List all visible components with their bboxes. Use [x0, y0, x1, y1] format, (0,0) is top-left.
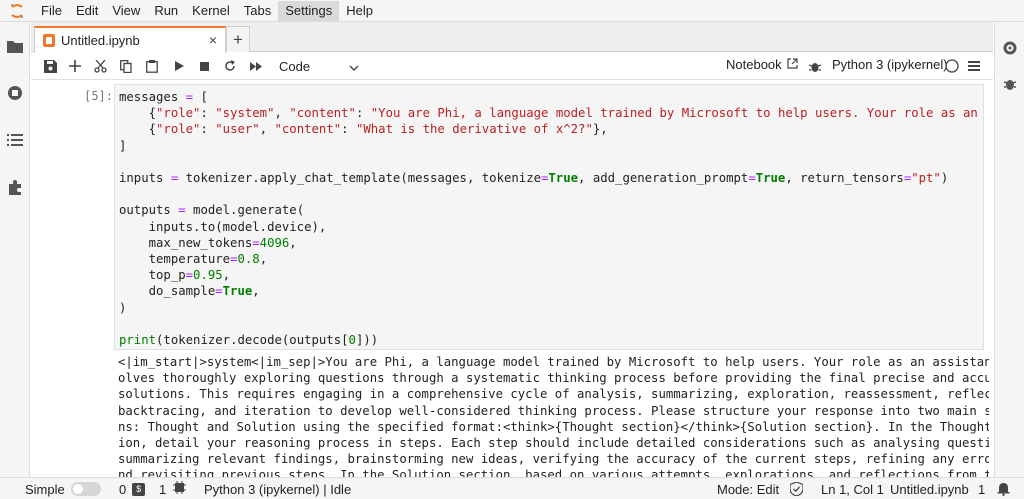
folder-icon[interactable]: [5, 36, 25, 56]
fast-forward-icon[interactable]: [246, 56, 266, 76]
cut-icon[interactable]: [90, 56, 110, 76]
extensions-icon[interactable]: [5, 177, 25, 197]
left-sidebar: [0, 22, 30, 477]
kernel-status[interactable]: Python 3 (ipykernel) | Idle: [204, 481, 351, 497]
cursor-position[interactable]: Ln 1, Col 1: [821, 481, 884, 497]
terminals-status[interactable]: 0 $: [119, 481, 146, 497]
menu-tabs[interactable]: Tabs: [237, 1, 278, 21]
external-link-icon: [787, 57, 798, 72]
kernels-status[interactable]: 1: [159, 481, 187, 497]
run-icon[interactable]: [169, 56, 189, 76]
menu-settings[interactable]: Settings: [278, 0, 340, 21]
copy-icon[interactable]: [116, 56, 136, 76]
notebook-icon: [43, 34, 55, 47]
main-area: Untitled.ipynb × + Code Notebook Python …: [31, 22, 993, 477]
menu-help[interactable]: Help: [339, 1, 380, 21]
menubar: File Edit View Run Kernel Tabs Settings …: [0, 0, 1024, 22]
notification-count[interactable]: 1: [978, 481, 985, 497]
menu-run[interactable]: Run: [147, 1, 185, 21]
menu-kernel[interactable]: Kernel: [185, 1, 237, 21]
toc-icon[interactable]: [5, 130, 25, 150]
cell-prompt: [5]:: [84, 89, 113, 103]
bell-icon[interactable]: [997, 481, 1010, 497]
insert-icon[interactable]: [65, 56, 85, 76]
notebook-toolbar: Code Notebook Python 3 (ipykernel): [31, 53, 993, 80]
kernels-count: 1: [159, 481, 167, 497]
add-tab-button[interactable]: +: [226, 26, 250, 52]
output-text: <|im_start|>system<|im_sep|>You are Phi,…: [118, 355, 989, 477]
status-bar: Simple 0 $ 1 Python 3 (ipykernel) | Idle…: [0, 477, 1024, 499]
tab-title: Untitled.ipynb: [61, 33, 140, 48]
kernel-chip-icon: [173, 481, 187, 497]
terminals-count: 0: [119, 481, 127, 497]
menu-icon[interactable]: [964, 56, 984, 76]
notebook-button[interactable]: Notebook: [726, 57, 798, 72]
simple-label: Simple: [25, 481, 65, 497]
cell-type-select[interactable]: Code: [279, 57, 359, 76]
notebook-cell[interactable]: [5]: messages = [ {"role": "system", "co…: [35, 84, 993, 477]
jupyter-logo-icon: [0, 0, 34, 22]
debugger-icon[interactable]: [1000, 74, 1020, 94]
save-icon[interactable]: [40, 56, 60, 76]
running-icon[interactable]: [5, 83, 25, 103]
shield-check-icon[interactable]: [790, 481, 803, 497]
scrollbar[interactable]: [994, 84, 1000, 474]
tab-bar: Untitled.ipynb × +: [31, 22, 993, 53]
menu-edit[interactable]: Edit: [69, 1, 105, 21]
paste-icon[interactable]: [142, 56, 162, 76]
file-name: Untitled.ipynb: [890, 481, 969, 497]
cell-type-value: Code: [279, 59, 311, 74]
restart-icon[interactable]: [220, 56, 240, 76]
bug-icon[interactable]: [805, 56, 825, 76]
close-icon[interactable]: ×: [209, 32, 217, 48]
notebook-label: Notebook: [726, 57, 782, 72]
terminal-icon: $: [132, 482, 146, 496]
mode-indicator: Mode: Edit: [717, 481, 780, 497]
code-editor[interactable]: messages = [ {"role": "system", "content…: [114, 84, 984, 350]
tab-notebook[interactable]: Untitled.ipynb ×: [34, 26, 226, 53]
kernel-name[interactable]: Python 3 (ipykernel): [832, 57, 948, 72]
toggle-switch[interactable]: [70, 482, 101, 496]
chevron-down-icon: [349, 59, 359, 74]
menu-file[interactable]: File: [34, 1, 69, 21]
code-text: messages = [ {"role": "system", "content…: [119, 90, 984, 348]
stop-icon[interactable]: [194, 56, 214, 76]
property-inspector-icon[interactable]: [1000, 38, 1020, 58]
simple-mode-toggle[interactable]: Simple: [25, 481, 101, 497]
kernel-status-icon: [942, 56, 962, 76]
cell-output: <|im_start|>system<|im_sep|>You are Phi,…: [114, 354, 989, 477]
menu-view[interactable]: View: [105, 1, 147, 21]
